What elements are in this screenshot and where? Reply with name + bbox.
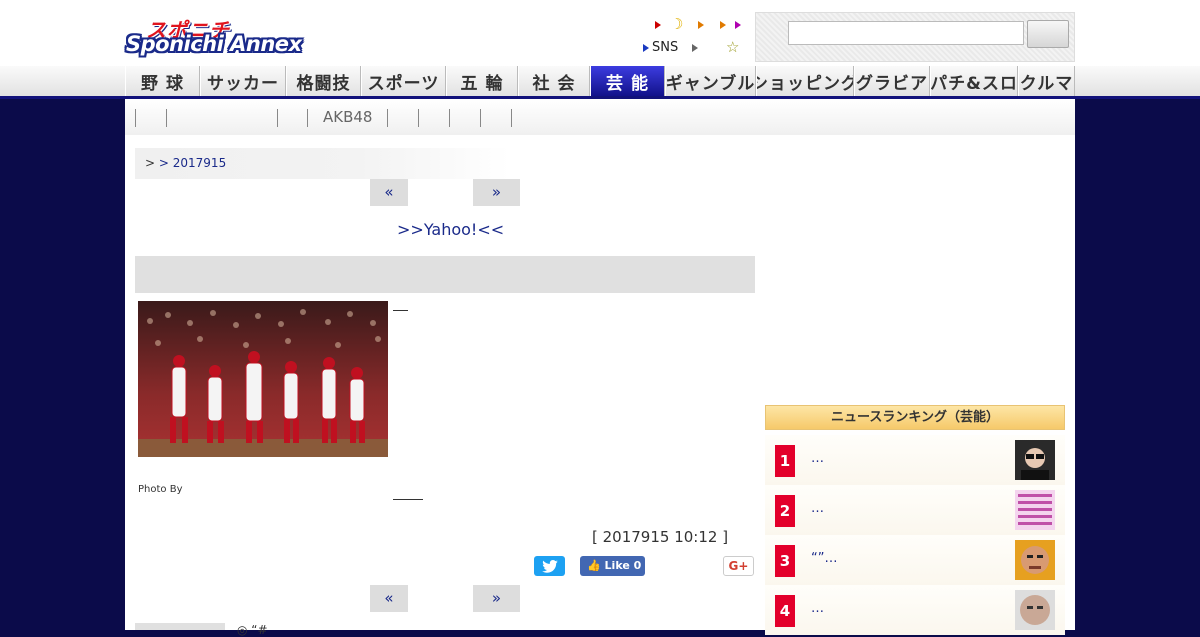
gplus-share-button[interactable]: G+	[723, 556, 754, 576]
logo-main-text: Sponichi Annex	[126, 32, 302, 56]
subnav-divider	[511, 109, 512, 127]
triangle-icon[interactable]	[720, 21, 726, 29]
yahoo-link[interactable]: >>Yahoo!<<	[397, 220, 504, 239]
nav-item-gamble[interactable]: ギャンブル	[665, 66, 756, 96]
subnav-divider	[449, 109, 450, 127]
article-date: [ 2017915 10:12 ]	[592, 528, 729, 546]
subnav-item-akb48[interactable]: AKB48	[323, 108, 372, 126]
search-button[interactable]	[1027, 20, 1069, 48]
chart-thumbnail	[1015, 490, 1055, 530]
rank-headline[interactable]: …	[811, 601, 824, 616]
baseball-team-photo	[138, 301, 388, 457]
news-ranking-panel: ニュースランキング（芸能） 1 … 2 … 3 “”… 4 …	[765, 405, 1065, 635]
moon-icon[interactable]: ☽	[670, 15, 683, 33]
article-title-bar	[135, 256, 755, 293]
nav-item-pachislot[interactable]: パチ&スロ	[930, 66, 1018, 96]
breadcrumb-link[interactable]: > 2017915	[159, 156, 226, 170]
nav-item-soccer[interactable]: サッカー	[200, 66, 286, 96]
rank-number: 1	[775, 445, 795, 477]
text-dash	[393, 499, 423, 500]
related-text[interactable]: ◎ “#	[237, 623, 268, 637]
search-input[interactable]	[788, 21, 1024, 45]
triangle-icon[interactable]	[692, 44, 698, 52]
subnav-divider	[307, 109, 308, 127]
article-photo[interactable]	[138, 301, 388, 457]
nav-item-olympics[interactable]: 五 輪	[446, 66, 518, 96]
site-logo[interactable]: スポニチ Sponichi Annex	[126, 14, 318, 60]
subnav-divider	[135, 109, 136, 127]
triangle-icon[interactable]	[655, 21, 661, 29]
ranking-header: ニュースランキング（芸能）	[765, 405, 1065, 430]
facebook-like-button[interactable]: 👍 Like 0	[580, 556, 645, 576]
next-article-button-bottom[interactable]: »	[473, 585, 520, 612]
portrait-thumbnail	[1015, 540, 1055, 580]
nav-item-entertainment[interactable]: 芸 能	[590, 66, 665, 96]
rank-number: 2	[775, 495, 795, 527]
subnav-divider	[418, 109, 419, 127]
nav-item-sports[interactable]: スポーツ	[361, 66, 446, 96]
triangle-icon[interactable]	[643, 44, 649, 52]
facebook-like-label: Like 0	[604, 559, 642, 572]
rank-headline[interactable]: …	[811, 501, 824, 516]
nav-item-fighting[interactable]: 格闘技	[286, 66, 361, 96]
rank-thumbnail[interactable]	[1015, 440, 1055, 480]
text-dash	[393, 310, 408, 311]
nav-item-cars[interactable]: クルマ	[1018, 66, 1075, 96]
triangle-icon[interactable]	[735, 21, 741, 29]
subnav-divider	[387, 109, 388, 127]
prev-article-button[interactable]: «	[370, 179, 408, 206]
portrait-thumbnail	[1015, 590, 1055, 630]
rank-thumbnail[interactable]	[1015, 540, 1055, 580]
nav-item-gravure[interactable]: グラビア	[854, 66, 930, 96]
star-icon[interactable]: ☆	[726, 38, 739, 56]
nav-item-society[interactable]: 社 会	[518, 66, 590, 96]
rank-headline[interactable]: “”…	[811, 551, 837, 566]
breadcrumb: > > 2017915	[135, 148, 510, 179]
search-box	[755, 12, 1075, 62]
rank-headline[interactable]: …	[811, 451, 824, 466]
prev-article-button-bottom[interactable]: «	[370, 585, 408, 612]
ranking-item[interactable]: 2 …	[765, 485, 1065, 535]
rank-thumbnail[interactable]	[1015, 590, 1055, 630]
thumb-up-icon: 👍	[587, 559, 601, 572]
nav-item-baseball[interactable]: 野 球	[125, 66, 200, 96]
subnav-divider	[480, 109, 481, 127]
portrait-thumbnail	[1015, 440, 1055, 480]
sns-link[interactable]: SNS	[652, 40, 678, 55]
ranking-item[interactable]: 1 …	[765, 435, 1065, 485]
triangle-icon[interactable]	[698, 21, 704, 29]
nav-item-shopping[interactable]: ショッピング	[756, 66, 854, 96]
sub-nav: AKB48	[125, 99, 1075, 135]
breadcrumb-prefix: >	[145, 156, 156, 170]
bottom-box	[135, 623, 225, 630]
rank-thumbnail[interactable]	[1015, 490, 1055, 530]
ranking-item[interactable]: 4 …	[765, 585, 1065, 635]
subnav-divider	[166, 109, 167, 127]
twitter-icon	[541, 560, 558, 573]
next-article-button[interactable]: »	[473, 179, 520, 206]
rank-number: 4	[775, 595, 795, 627]
subnav-divider	[277, 109, 278, 127]
main-nav: 野 球 サッカー 格闘技 スポーツ 五 輪 社 会 芸 能 ギャンブル ショッピ…	[125, 66, 1075, 96]
twitter-share-button[interactable]	[534, 556, 565, 576]
ranking-item[interactable]: 3 “”…	[765, 535, 1065, 585]
photo-caption: Photo By	[138, 484, 183, 495]
rank-number: 3	[775, 545, 795, 577]
